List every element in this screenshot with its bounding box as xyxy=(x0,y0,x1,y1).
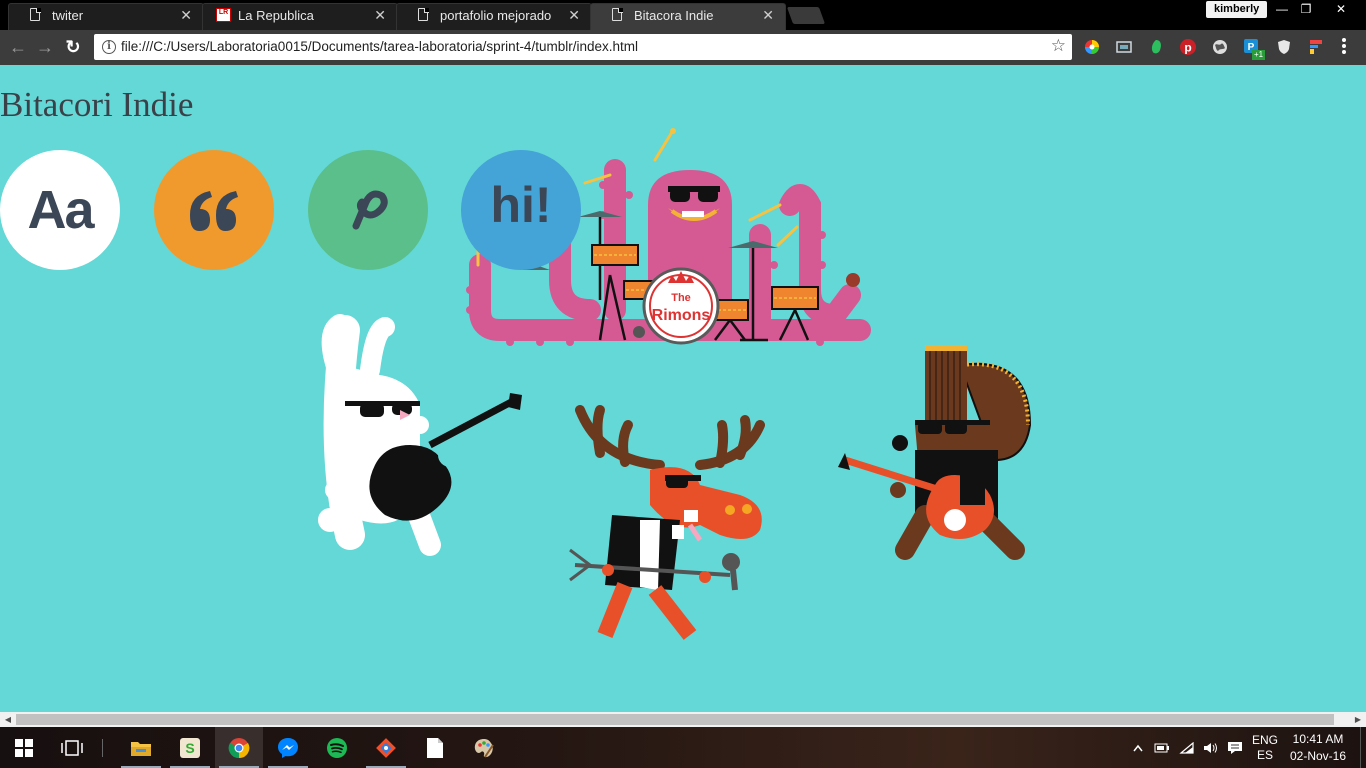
task-view-icon xyxy=(61,739,83,756)
language-bottom: ES xyxy=(1256,747,1273,762)
close-icon[interactable]: ✕ xyxy=(568,7,580,24)
page-title: Bitacori Indie xyxy=(0,85,194,124)
url-text[interactable]: file:///C:/Users/Laboratoria0015/Documen… xyxy=(121,39,638,54)
action-center-button[interactable] xyxy=(1224,727,1246,768)
show-desktop-button[interactable] xyxy=(1360,727,1366,768)
tab-bitacora-indie[interactable]: Bitacora Indie ✕ xyxy=(590,0,786,30)
spotify-icon xyxy=(327,737,347,758)
scroll-left-arrow-icon[interactable]: ◀ xyxy=(0,714,16,725)
tab-twiter[interactable]: twiter ✕ xyxy=(8,0,204,30)
link-circle-button[interactable] xyxy=(308,150,428,270)
language-indicator[interactable]: ENG ES xyxy=(1248,727,1282,768)
tab-title: Bitacora Indie xyxy=(634,7,714,23)
task-view-button[interactable] xyxy=(48,727,96,768)
close-window-button[interactable]: ✕ xyxy=(1318,0,1364,18)
restore-button[interactable]: ❐ xyxy=(1292,0,1320,18)
taskbar-notepad[interactable] xyxy=(411,727,459,768)
extension-badge: +1 xyxy=(1252,50,1266,60)
wifi-button[interactable] xyxy=(1176,727,1198,768)
start-button[interactable] xyxy=(0,727,48,768)
file-explorer-icon xyxy=(131,741,151,756)
battery-icon xyxy=(1154,743,1169,752)
taskbar-messenger[interactable] xyxy=(264,727,312,768)
taskbar-spotify[interactable] xyxy=(313,727,361,768)
taskbar-slack[interactable]: S xyxy=(166,727,214,768)
info-icon[interactable]: i xyxy=(102,40,116,54)
chat-circle-button[interactable]: hi! xyxy=(461,150,581,270)
evernote-icon[interactable] xyxy=(1147,38,1165,56)
profile-button[interactable]: kimberly xyxy=(1206,1,1268,18)
slack-icon: S xyxy=(180,737,200,758)
punk-guitarist-illustration xyxy=(838,345,1032,560)
tab-title: twiter xyxy=(52,7,84,23)
address-bar[interactable]: i file:///C:/Users/Laboratoria0015/Docum… xyxy=(94,34,1072,60)
svg-text:S: S xyxy=(185,740,194,756)
taskbar-paint[interactable] xyxy=(460,727,508,768)
close-icon[interactable]: ✕ xyxy=(374,7,386,24)
windows-taskbar: S ENG ES 10:41 AM 02-Nov-16 xyxy=(0,727,1366,768)
back-button[interactable]: ← xyxy=(7,36,29,58)
page-icon xyxy=(418,7,430,22)
drum-logo-top: The xyxy=(671,292,691,304)
color-picker-icon[interactable] xyxy=(1083,38,1101,56)
page-viewport: Bitacori Indie The Rimons Aa hi! xyxy=(0,65,1366,712)
page-icon xyxy=(30,7,42,22)
scroll-right-arrow-icon[interactable]: ▶ xyxy=(1350,714,1366,725)
chat-icon: hi! xyxy=(490,177,552,233)
battery-button[interactable] xyxy=(1151,727,1173,768)
quote-icon xyxy=(190,191,238,231)
shield-icon[interactable] xyxy=(1275,38,1293,56)
show-hidden-icons-button[interactable] xyxy=(1129,727,1147,768)
link-icon xyxy=(352,190,388,230)
wifi-icon xyxy=(1179,741,1194,754)
moose-singer-illustration xyxy=(569,405,765,640)
close-icon[interactable]: ✕ xyxy=(180,7,192,24)
taskbar-gitkraken[interactable] xyxy=(362,727,410,768)
screen-capture-icon[interactable] xyxy=(1115,38,1133,56)
volume-button[interactable] xyxy=(1200,727,1222,768)
horizontal-scrollbar[interactable]: ◀ ▶ xyxy=(0,712,1366,727)
page-icon xyxy=(612,7,624,22)
rabbit-guitarist-illustration xyxy=(318,314,522,556)
quote-circle-button[interactable] xyxy=(154,150,274,270)
tab-la-republica[interactable]: LR La Republica ✕ xyxy=(202,0,398,30)
scrollbar-thumb[interactable] xyxy=(16,714,1334,725)
taskbar-file-explorer[interactable] xyxy=(117,727,165,768)
taskbar-divider xyxy=(102,739,103,757)
paint-icon xyxy=(474,738,494,758)
notepad-icon xyxy=(427,737,443,758)
language-top: ENG xyxy=(1251,732,1278,747)
start-icon xyxy=(15,738,33,757)
gitkraken-icon xyxy=(376,737,396,758)
font-icon: Aa xyxy=(27,180,94,240)
taskbar-chrome[interactable] xyxy=(215,727,263,768)
messenger-icon xyxy=(278,737,298,758)
browser-toolbar: ← → ↻ i file:///C:/Users/Laboratoria0015… xyxy=(0,30,1366,65)
new-tab-button[interactable] xyxy=(786,7,826,24)
close-icon[interactable]: ✕ xyxy=(762,7,774,24)
flag-icon[interactable] xyxy=(1307,38,1325,56)
drum-logo-bottom: Rimons xyxy=(652,307,711,324)
clock[interactable]: 10:41 AM 02-Nov-16 xyxy=(1286,727,1350,768)
clock-time: 10:41 AM xyxy=(1292,731,1344,746)
tab-strip: twiter ✕ LR La Republica ✕ portafolio me… xyxy=(0,0,1366,30)
font-circle-button[interactable]: Aa xyxy=(0,150,120,270)
chevron-up-icon xyxy=(1133,744,1143,751)
volume-icon xyxy=(1204,742,1217,753)
bookmark-star-icon[interactable]: ☆ xyxy=(1051,36,1066,56)
svg-text:p: p xyxy=(1184,41,1191,55)
tab-title: portafolio mejorado xyxy=(440,7,552,23)
globe-icon[interactable] xyxy=(1211,38,1229,56)
chrome-menu-icon[interactable] xyxy=(1342,37,1348,57)
tab-portafolio[interactable]: portafolio mejorado ✕ xyxy=(396,0,592,30)
forward-button[interactable]: → xyxy=(34,36,56,58)
pinterest-icon[interactable]: p xyxy=(1179,38,1197,56)
reload-button[interactable]: ↻ xyxy=(62,36,84,58)
chrome-icon xyxy=(228,737,250,758)
la-republica-icon: LR xyxy=(216,8,232,22)
tab-title: La Republica xyxy=(238,7,314,23)
notification-icon xyxy=(1228,741,1242,754)
clock-date: 02-Nov-16 xyxy=(1289,748,1347,763)
